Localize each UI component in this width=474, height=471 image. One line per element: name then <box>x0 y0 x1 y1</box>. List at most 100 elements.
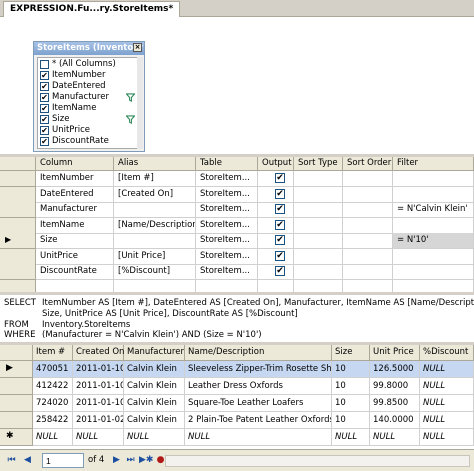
result-manufacturer-cell[interactable]: Calvin Klein <box>124 361 185 378</box>
criteria-sort-order-cell[interactable] <box>343 171 393 187</box>
result-discount-cell[interactable]: NULL <box>420 395 474 412</box>
criteria-row-selector[interactable] <box>0 186 36 203</box>
criteria-filter-cell[interactable]: = N'10' <box>393 233 474 249</box>
criteria-filter-cell[interactable]: = N'Calvin Klein' <box>393 202 474 218</box>
column-checkbox[interactable]: ✔ <box>40 137 49 146</box>
sql-pane[interactable]: SELECT ItemNumber AS [Item #], DateEnter… <box>0 295 474 342</box>
criteria-table-cell[interactable]: StoreItem... <box>196 186 258 203</box>
result-discount-cell[interactable]: NULL <box>420 429 474 446</box>
criteria-column-cell[interactable]: ItemNumber <box>36 171 114 187</box>
result-item-number-cell[interactable]: NULL <box>33 429 73 446</box>
criteria-column-cell[interactable]: Size <box>36 233 114 249</box>
column-checkbox[interactable]: ✔ <box>40 115 49 124</box>
results-row-selector[interactable]: ▶ <box>0 361 33 378</box>
criteria-alias-cell[interactable]: [Unit Price] <box>114 248 196 265</box>
column-checkbox[interactable]: ✔ <box>40 104 49 113</box>
result-manufacturer-cell[interactable]: Calvin Klein <box>124 412 185 429</box>
page-number-input[interactable] <box>42 453 84 468</box>
previous-record-button[interactable]: ◀ <box>22 455 33 466</box>
result-unit-price-cell[interactable]: 99.8500 <box>370 395 420 412</box>
close-icon[interactable]: × <box>133 43 142 52</box>
criteria-alias-cell[interactable]: [Item #] <box>114 171 196 187</box>
next-record-button[interactable]: ▶ <box>111 455 122 466</box>
table-column-row[interactable]: ✔ UnitPrice <box>38 125 137 136</box>
result-name-cell[interactable]: Sleeveless Zipper-Trim Rosette She... <box>185 361 332 378</box>
column-checkbox[interactable]: ✔ <box>40 71 49 80</box>
result-item-number-cell[interactable]: 470051 <box>33 361 73 378</box>
criteria-row-selector[interactable] <box>0 202 36 218</box>
criteria-table-cell[interactable] <box>196 279 258 292</box>
criteria-table-cell[interactable]: StoreItem... <box>196 264 258 280</box>
result-item-number-cell[interactable]: 412422 <box>33 378 73 395</box>
result-size-cell[interactable]: 10 <box>332 361 370 378</box>
criteria-filter-cell[interactable] <box>393 171 474 187</box>
table-column-row[interactable]: ✔ Size <box>38 114 137 125</box>
criteria-column-cell[interactable]: DateEntered <box>36 186 114 203</box>
result-created-on-cell[interactable]: NULL <box>73 429 124 446</box>
result-created-on-cell[interactable]: 2011-01-10 <box>73 395 124 412</box>
criteria-sort-order-cell[interactable] <box>343 186 393 203</box>
criteria-row-selector[interactable]: ▶ <box>0 233 36 249</box>
results-row-selector[interactable] <box>0 378 33 395</box>
output-checkbox[interactable]: ✔ <box>275 219 285 230</box>
criteria-table-cell[interactable]: StoreItem... <box>196 248 258 265</box>
criteria-table-cell[interactable]: StoreItem... <box>196 233 258 249</box>
result-size-cell[interactable]: NULL <box>332 429 370 446</box>
table-column-row[interactable]: * (All Columns) <box>38 59 137 70</box>
result-discount-cell[interactable]: NULL <box>420 361 474 378</box>
criteria-column-cell[interactable]: UnitPrice <box>36 248 114 265</box>
criteria-row-selector[interactable] <box>0 217 36 234</box>
output-checkbox[interactable]: ✔ <box>275 266 285 276</box>
result-size-cell[interactable]: 10 <box>332 395 370 412</box>
criteria-row-selector[interactable] <box>0 279 36 292</box>
result-created-on-cell[interactable]: 2011-01-10 <box>73 378 124 395</box>
results-column-header[interactable]: Created On <box>73 345 124 361</box>
criteria-output-cell[interactable]: ✔ <box>258 186 294 203</box>
output-checkbox[interactable]: ✔ <box>275 250 285 261</box>
result-name-cell[interactable]: 2 Plain-Toe Patent Leather Oxfords <box>185 412 332 429</box>
criteria-output-cell[interactable]: ✔ <box>258 233 294 249</box>
last-record-button[interactable]: ⏭ <box>125 455 136 466</box>
output-checkbox[interactable]: ✔ <box>275 173 285 183</box>
result-name-cell[interactable]: NULL <box>185 429 332 446</box>
criteria-output-cell[interactable] <box>258 279 294 292</box>
criteria-row-selector[interactable] <box>0 248 36 265</box>
criteria-alias-cell[interactable]: [Created On] <box>114 186 196 203</box>
results-column-header[interactable]: Unit Price <box>370 345 420 361</box>
result-created-on-cell[interactable]: 2011-01-10 <box>73 361 124 378</box>
result-unit-price-cell[interactable]: 140.0000 <box>370 412 420 429</box>
criteria-filter-cell[interactable] <box>393 186 474 203</box>
results-grid[interactable]: Item # Created On Manufacturer Name/Descrip… <box>0 345 474 448</box>
result-name-cell[interactable]: Leather Dress Oxfords <box>185 378 332 395</box>
results-column-header[interactable]: %Discount <box>420 345 474 361</box>
result-discount-cell[interactable]: NULL <box>420 412 474 429</box>
output-checkbox[interactable]: ✔ <box>275 188 285 199</box>
result-discount-cell[interactable]: NULL <box>420 378 474 395</box>
output-checkbox[interactable]: ✔ <box>275 235 285 245</box>
criteria-alias-cell[interactable] <box>114 279 196 292</box>
result-unit-price-cell[interactable]: NULL <box>370 429 420 446</box>
criteria-sort-type-cell[interactable] <box>294 233 343 249</box>
criteria-sort-order-cell[interactable] <box>343 233 393 249</box>
criteria-alias-cell[interactable]: [Name/Description] <box>114 217 196 234</box>
result-manufacturer-cell[interactable]: NULL <box>124 429 185 446</box>
criteria-alias-cell[interactable] <box>114 202 196 218</box>
result-created-on-cell[interactable]: 2011-01-02 <box>73 412 124 429</box>
criteria-sort-order-cell[interactable] <box>343 248 393 265</box>
criteria-column-cell[interactable]: ItemName <box>36 217 114 234</box>
result-item-number-cell[interactable]: 258422 <box>33 412 73 429</box>
result-manufacturer-cell[interactable]: Calvin Klein <box>124 395 185 412</box>
criteria-alias-cell[interactable]: [%Discount] <box>114 264 196 280</box>
criteria-table-cell[interactable]: StoreItem... <box>196 217 258 234</box>
result-size-cell[interactable]: 10 <box>332 412 370 429</box>
table-column-row[interactable]: ✔ ItemName <box>38 103 137 114</box>
criteria-sort-type-cell[interactable] <box>294 248 343 265</box>
criteria-filter-cell[interactable] <box>393 248 474 265</box>
criteria-column-cell[interactable]: DiscountRate <box>36 264 114 280</box>
new-record-button[interactable]: ▶✱ <box>139 455 153 466</box>
criteria-column-header[interactable]: Column <box>36 157 114 171</box>
column-checkbox[interactable]: ✔ <box>40 82 49 91</box>
table-column-row[interactable]: ✔ DateEntered <box>38 81 137 92</box>
results-column-header[interactable]: Size <box>332 345 370 361</box>
diagram-pane[interactable]: StoreItems (Inventory × * (All Columns) ✔… <box>0 17 474 154</box>
